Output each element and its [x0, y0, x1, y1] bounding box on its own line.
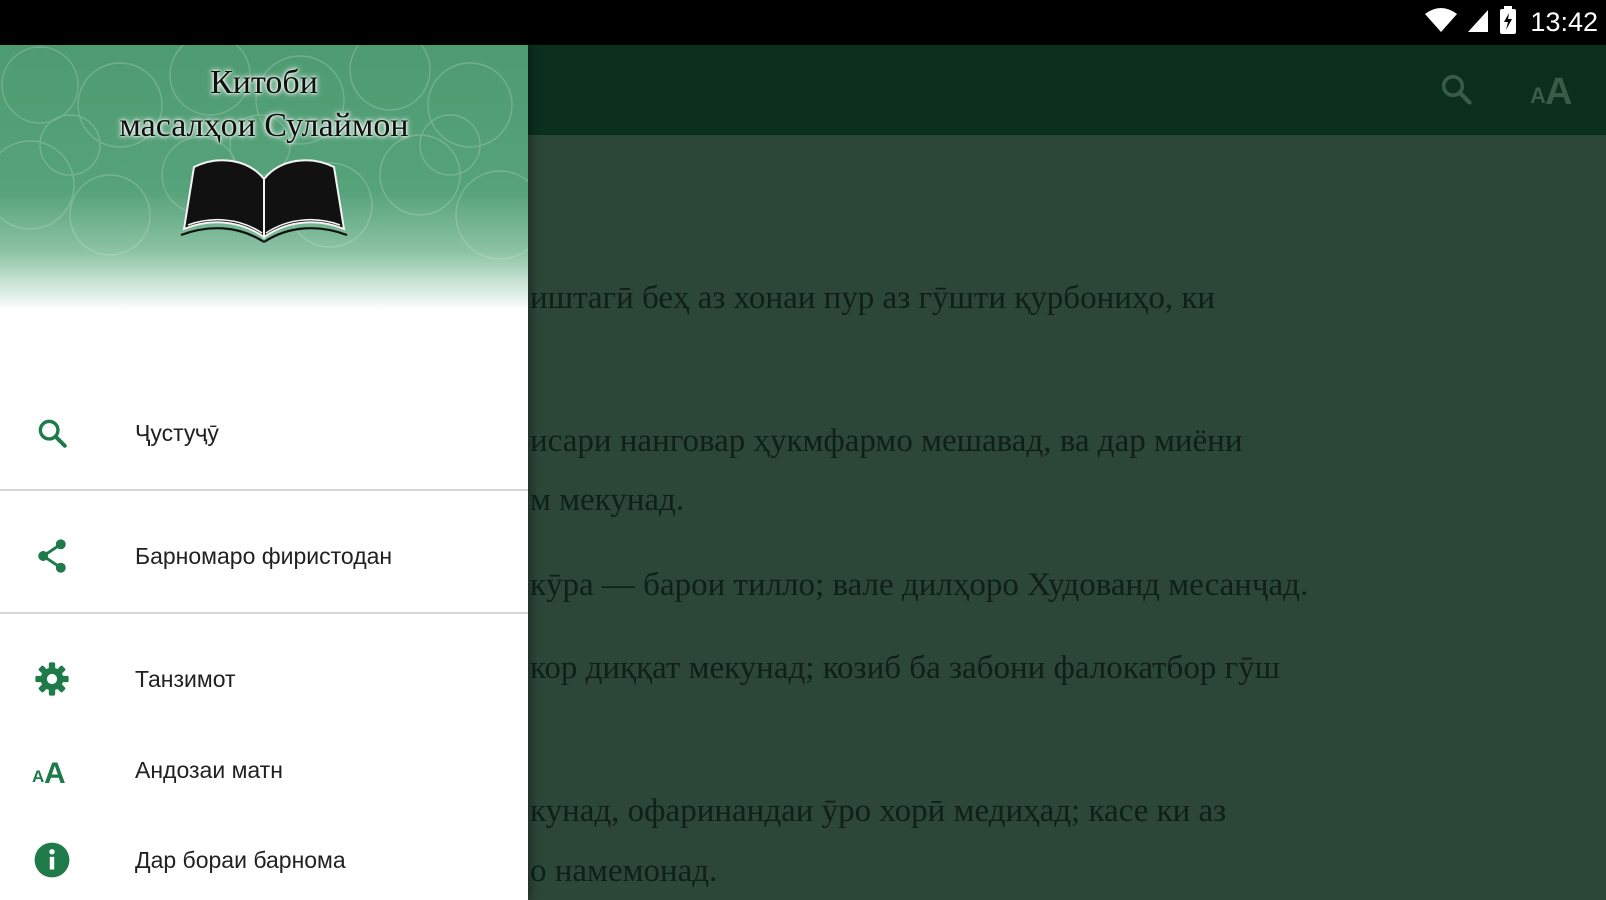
menu-item-text-size[interactable]: AA Андозаи матн [0, 725, 528, 815]
verse-line: кунад, офаринандаи ӯро хорӣ медиҳад; кас… [530, 793, 1227, 829]
battery-icon [1498, 5, 1518, 40]
text-size-icon: AA [32, 750, 72, 790]
menu-item-settings[interactable]: Танзимот [0, 634, 528, 724]
cell-signal-icon [1466, 6, 1490, 39]
menu-item-label: Танзимот [135, 665, 236, 692]
menu-divider [0, 489, 528, 491]
status-time: 13:42 [1530, 7, 1598, 37]
header-title: Китоби масалҳои Сулаймон [0, 61, 528, 147]
menu-item-label: Ҷустуҷӯ [135, 419, 219, 446]
search-icon [32, 413, 72, 453]
header-title-line2: масалҳои Сулаймон [119, 107, 409, 144]
menu-item-label: Андозаи матн [135, 756, 283, 783]
gear-icon [32, 659, 72, 699]
menu-item-search[interactable]: Ҷустуҷӯ [0, 388, 528, 478]
info-icon [32, 840, 72, 880]
share-icon [32, 536, 72, 576]
wifi-icon [1424, 6, 1458, 39]
status-icons: 13:42 [1424, 0, 1598, 45]
search-icon [1438, 71, 1474, 112]
verse-line: исари нанговар ҳукмфармо мешавад, ва дар… [530, 423, 1243, 459]
menu-item-label: Барномаро фиристодан [135, 542, 393, 569]
svg-text:A: A [1530, 83, 1546, 108]
svg-text:A: A [44, 757, 66, 786]
verse-line: кӯра — барои тилло; вале дилҳоро Худован… [530, 567, 1309, 603]
svg-text:A: A [32, 767, 44, 786]
verse-line: кор диққат мекунад; козиб ба забони фало… [530, 650, 1281, 686]
svg-text:A: A [1545, 71, 1572, 109]
navigation-drawer: Китоби масалҳои Сулаймон Ҷустуҷӯ Барнома… [0, 45, 528, 900]
text-size-icon: AA [1530, 69, 1578, 114]
verse-line: о намемонад. [530, 853, 718, 889]
drawer-header: Китоби масалҳои Сулаймон [0, 45, 528, 310]
toolbar-text-size-button[interactable]: AA [1526, 63, 1582, 119]
header-title-line1: Китоби [210, 64, 318, 101]
toolbar-search-button[interactable] [1428, 63, 1484, 119]
menu-item-label: Дар бораи барнома [135, 846, 346, 873]
menu-divider [0, 612, 528, 614]
verse-line: м мекунад. [530, 482, 685, 518]
screen: 13:42 AA иштагӣ беҳ аз хонаи пур аз гӯшт… [0, 0, 1606, 900]
status-bar: 13:42 [0, 0, 1606, 45]
open-book-logo [180, 159, 348, 243]
menu-item-share-app[interactable]: Барномаро фиристодан [0, 511, 528, 601]
menu-item-about[interactable]: Дар бораи барнома [0, 815, 528, 900]
verse-line: иштагӣ беҳ аз хонаи пур аз гӯшти қурбони… [530, 280, 1216, 316]
